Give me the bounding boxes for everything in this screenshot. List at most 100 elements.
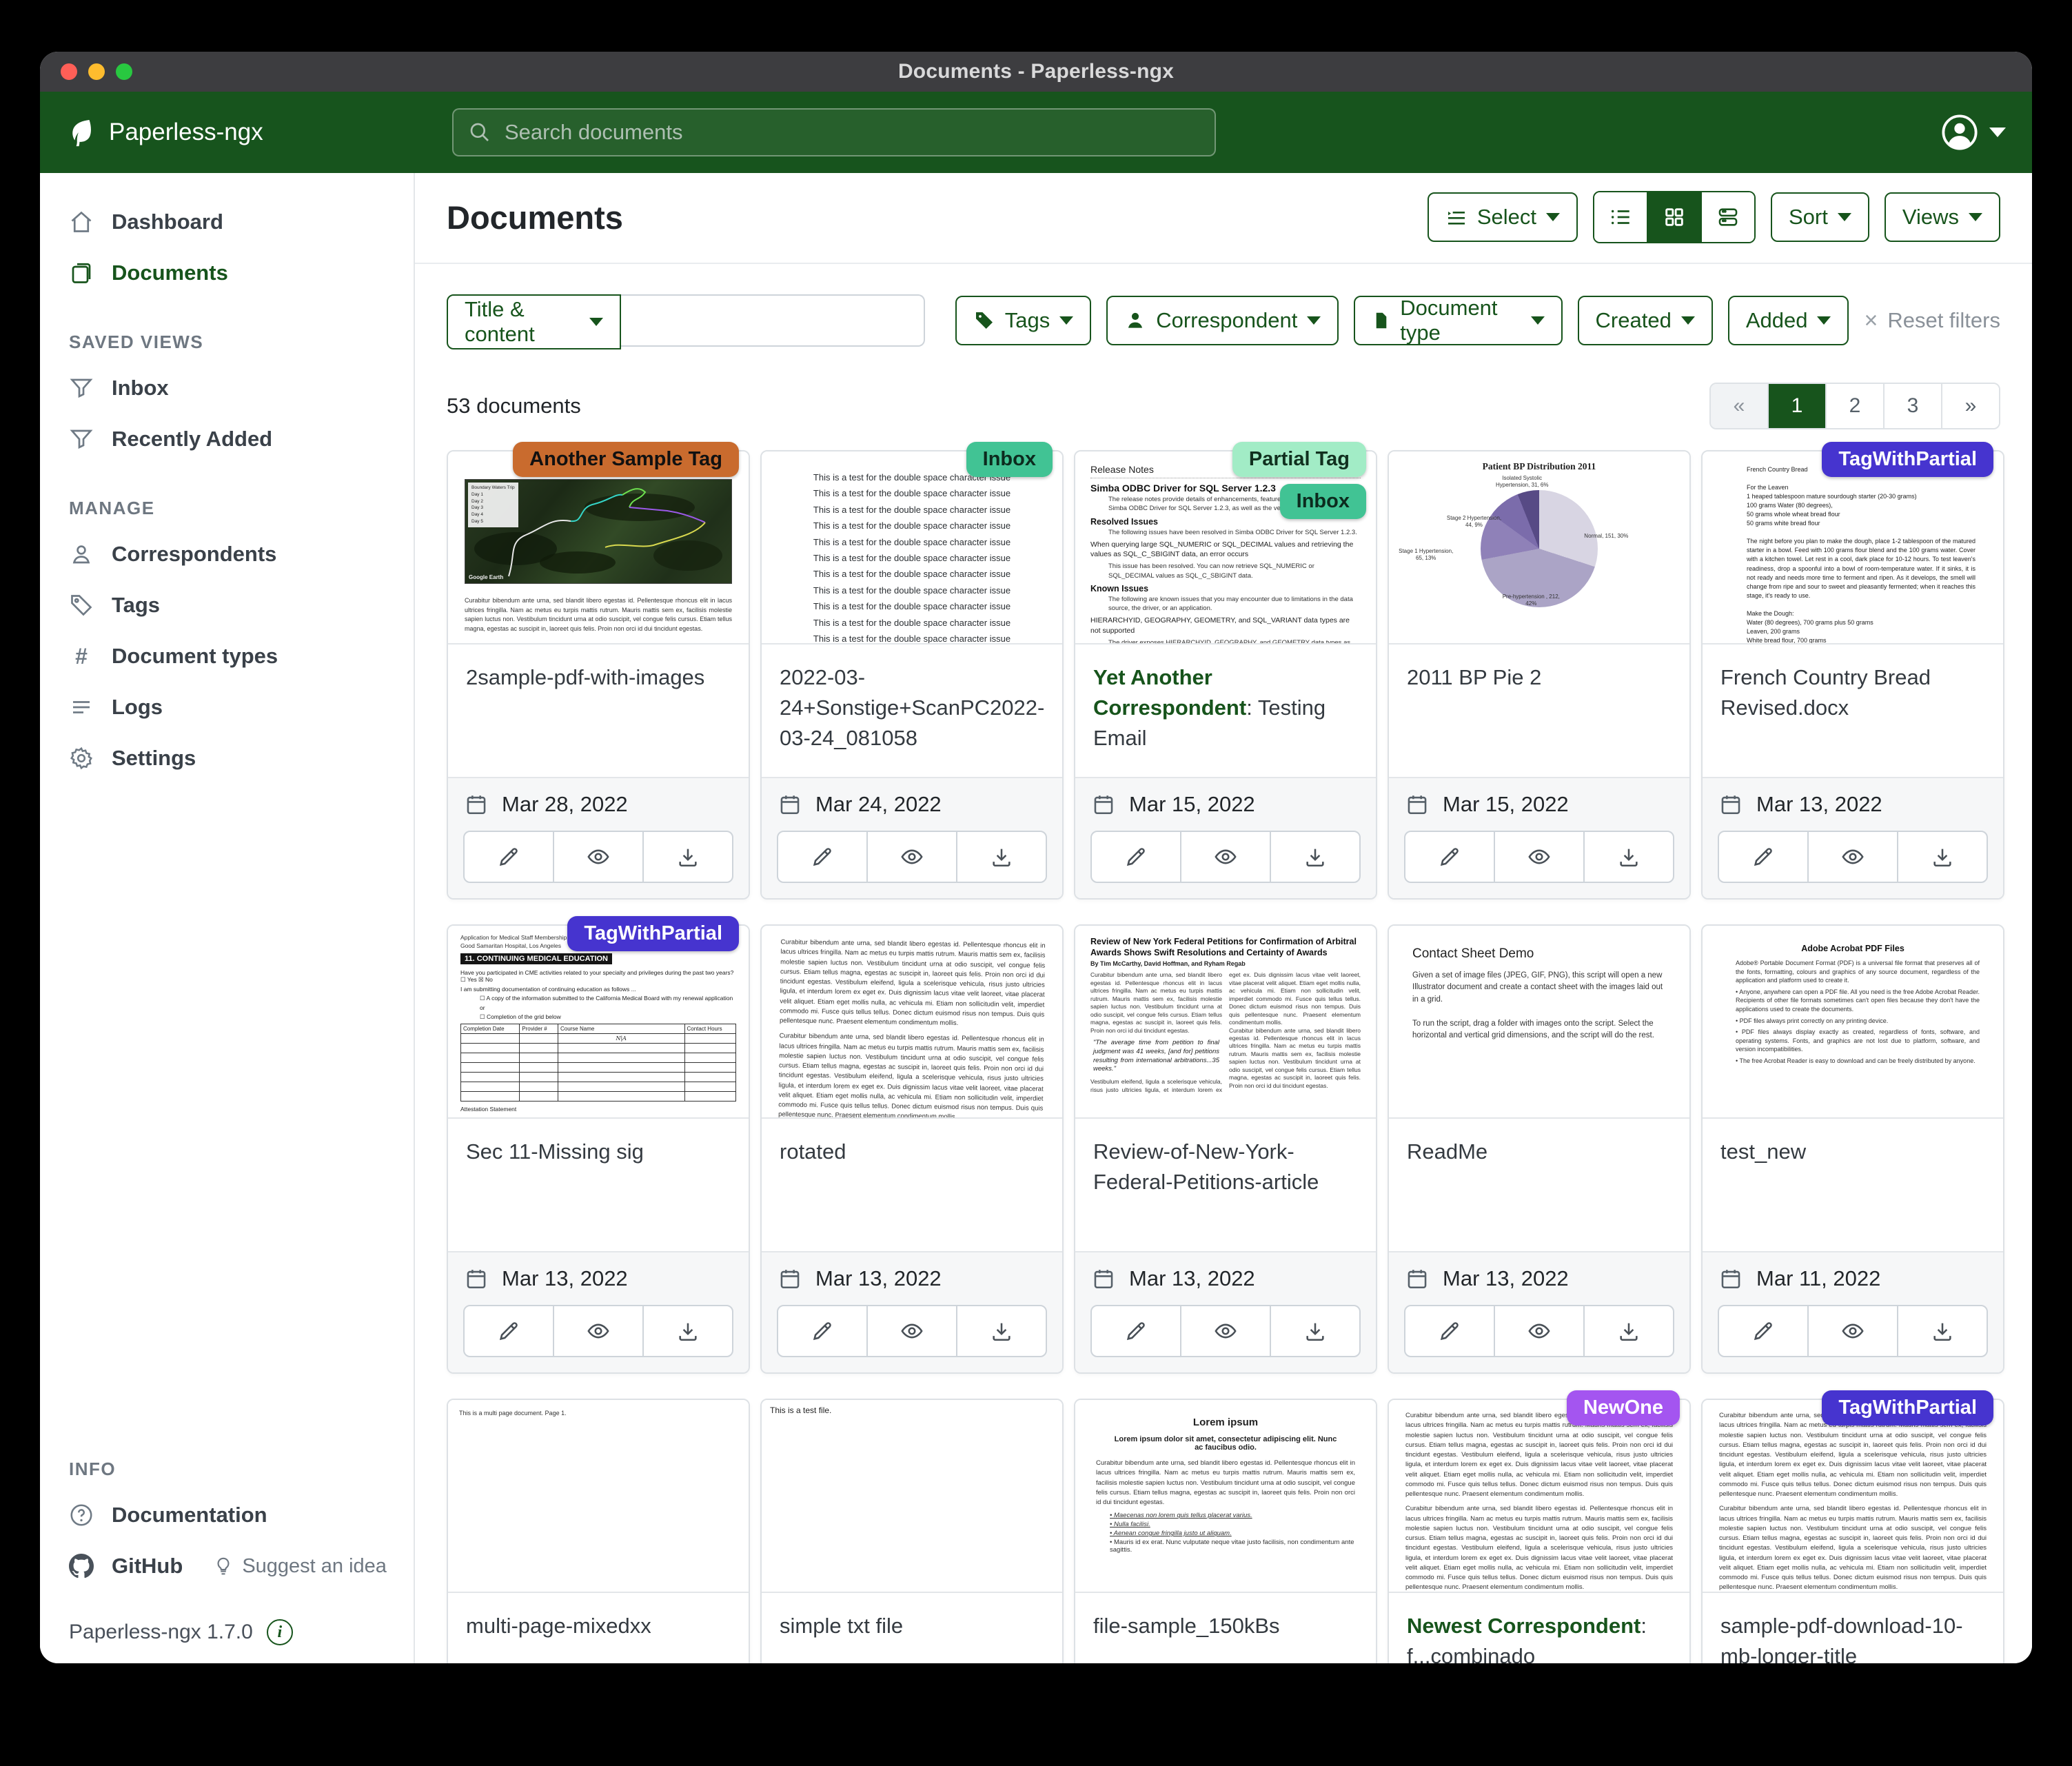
view-mode-grid[interactable] (1647, 192, 1700, 242)
document-thumbnail[interactable]: Boundary Waters TripDay 1Day 2Day 3Day 4… (448, 451, 749, 645)
document-title[interactable]: ReadMe (1389, 1119, 1689, 1251)
reset-filters-button[interactable]: × Reset filters (1864, 307, 2000, 334)
sidebar-item-inbox[interactable]: Inbox (40, 363, 414, 414)
tag-badge[interactable]: TagWithPartial (1822, 442, 1993, 477)
document-title[interactable]: Review-of-New-York-Federal-Petitions-art… (1075, 1119, 1376, 1251)
download-button[interactable] (642, 832, 732, 882)
document-title[interactable]: 2sample-pdf-with-images (448, 645, 749, 777)
document-thumbnail[interactable]: Adobe Acrobat PDF FilesAdobe® Portable D… (1703, 926, 2003, 1119)
document-thumbnail[interactable]: Curabitur bibendum ante urna, sed blandi… (762, 926, 1062, 1119)
document-thumbnail[interactable]: Application for Medical Staff Membership… (448, 926, 749, 1119)
edit-button[interactable] (1092, 832, 1180, 882)
document-card-8[interactable]: Review of New York Federal Petitions for… (1074, 924, 1377, 1374)
correspondent-filter-button[interactable]: Correspondent (1106, 296, 1339, 345)
pagination-page-1[interactable]: 1 (1767, 384, 1825, 428)
document-card-4[interactable]: Patient BP Distribution 2011Isolated Sys… (1388, 450, 1691, 900)
sidebar-item-documents[interactable]: Documents (40, 247, 414, 298)
document-card-6[interactable]: TagWithPartial Application for Medical S… (447, 924, 750, 1374)
edit-button[interactable] (465, 832, 553, 882)
document-thumbnail[interactable]: This is a multi page document. Page 1. (448, 1400, 749, 1593)
document-thumbnail[interactable]: Curabitur bibendum ante urna, sed blandi… (1703, 1400, 2003, 1593)
edit-button[interactable] (465, 1306, 553, 1356)
download-button[interactable] (642, 1306, 732, 1356)
download-button[interactable] (1583, 1306, 1673, 1356)
document-correspondent[interactable]: Yet Another Correspondent (1093, 665, 1246, 720)
document-title[interactable]: French Country Bread Revised.docx (1703, 645, 2003, 777)
document-title[interactable]: simple txt file (762, 1593, 1062, 1663)
download-button[interactable] (1897, 832, 1987, 882)
view-button[interactable] (1494, 832, 1583, 882)
document-card-3[interactable]: Partial TagInbox Release NotesSimba ODBC… (1074, 450, 1377, 900)
created-filter-button[interactable]: Created (1578, 296, 1713, 345)
document-title[interactable]: multi-page-mixedxx (448, 1593, 749, 1663)
document-card-7[interactable]: Curabitur bibendum ante urna, sed blandi… (760, 924, 1064, 1374)
document-thumbnail[interactable]: This is a test for the double space char… (762, 451, 1062, 645)
document-title[interactable]: Newest Correspondent: f...combinado (1389, 1593, 1689, 1663)
document-type-filter-button[interactable]: Document type (1354, 296, 1562, 345)
tag-badge[interactable]: Partial Tag (1232, 442, 1366, 477)
edit-button[interactable] (778, 1306, 866, 1356)
title-content-input[interactable] (621, 294, 925, 347)
document-title[interactable]: file-sample_150kBs (1075, 1593, 1376, 1663)
view-button[interactable] (866, 832, 956, 882)
sidebar-item-suggest-idea[interactable]: Suggest an idea (213, 1555, 387, 1578)
download-button[interactable] (1270, 832, 1359, 882)
document-card-11[interactable]: This is a multi page document. Page 1. m… (447, 1399, 750, 1663)
edit-button[interactable] (1719, 832, 1807, 882)
edit-button[interactable] (1719, 1306, 1807, 1356)
tag-badge[interactable]: Inbox (966, 442, 1053, 477)
edit-button[interactable] (1092, 1306, 1180, 1356)
view-button[interactable] (1807, 1306, 1897, 1356)
document-card-9[interactable]: Contact Sheet DemoGiven a set of image f… (1388, 924, 1691, 1374)
sort-button[interactable]: Sort (1771, 192, 1869, 242)
download-button[interactable] (1583, 832, 1673, 882)
sidebar-item-dashboard[interactable]: Dashboard (40, 196, 414, 247)
pagination-next[interactable]: » (1941, 384, 1999, 428)
view-button[interactable] (1807, 832, 1897, 882)
select-button[interactable]: Select (1428, 192, 1578, 242)
view-mode-cards[interactable] (1700, 192, 1754, 242)
view-button[interactable] (1494, 1306, 1583, 1356)
sidebar-item-github[interactable]: GitHub (40, 1541, 183, 1592)
document-correspondent[interactable]: Newest Correspondent (1407, 1614, 1641, 1638)
document-thumbnail[interactable]: Curabitur bibendum ante urna, sed blandi… (1389, 1400, 1689, 1593)
view-button[interactable] (1180, 1306, 1270, 1356)
view-mode-list[interactable] (1594, 192, 1647, 242)
view-button[interactable] (553, 832, 642, 882)
document-card-10[interactable]: Adobe Acrobat PDF FilesAdobe® Portable D… (1701, 924, 2004, 1374)
user-menu[interactable] (1941, 114, 2006, 151)
pagination-page-3[interactable]: 3 (1883, 384, 1941, 428)
pagination-page-2[interactable]: 2 (1825, 384, 1883, 428)
download-button[interactable] (956, 832, 1046, 882)
sidebar-item-tags[interactable]: Tags (40, 580, 414, 631)
pagination-prev[interactable]: « (1711, 384, 1767, 428)
document-title[interactable]: test_new (1703, 1119, 2003, 1251)
document-card-13[interactable]: Lorem ipsumLorem ipsum dolor sit amet, c… (1074, 1399, 1377, 1663)
tag-badge[interactable]: Inbox (1280, 484, 1366, 519)
download-button[interactable] (956, 1306, 1046, 1356)
document-title[interactable]: 2011 BP Pie 2 (1389, 645, 1689, 777)
sidebar-item-document-types[interactable]: # Document types (40, 631, 414, 682)
document-thumbnail[interactable]: Contact Sheet DemoGiven a set of image f… (1389, 926, 1689, 1119)
document-thumbnail[interactable]: Patient BP Distribution 2011Isolated Sys… (1389, 451, 1689, 645)
view-button[interactable] (553, 1306, 642, 1356)
brand[interactable]: Paperless-ngx (66, 117, 425, 148)
sidebar-item-recently-added[interactable]: Recently Added (40, 414, 414, 465)
tags-filter-button[interactable]: Tags (955, 296, 1091, 345)
document-title[interactable]: sample-pdf-download-10-mb-longer-title (1703, 1593, 2003, 1663)
sidebar-item-settings[interactable]: Settings (40, 733, 414, 784)
views-button[interactable]: Views (1885, 192, 2000, 242)
sidebar-item-correspondents[interactable]: Correspondents (40, 529, 414, 580)
document-thumbnail[interactable]: Review of New York Federal Petitions for… (1075, 926, 1376, 1119)
document-card-5[interactable]: TagWithPartial French Country Bread For … (1701, 450, 2004, 900)
tag-badge[interactable]: TagWithPartial (1822, 1390, 1993, 1425)
info-icon[interactable]: i (267, 1619, 293, 1645)
sidebar-item-logs[interactable]: Logs (40, 682, 414, 733)
document-card-14[interactable]: NewOne Curabitur bibendum ante urna, sed… (1388, 1399, 1691, 1663)
view-button[interactable] (866, 1306, 956, 1356)
document-card-12[interactable]: This is a test file. simple txt file (760, 1399, 1064, 1663)
document-title[interactable]: 2022-03-24+Sonstige+ScanPC2022-03-24_081… (762, 645, 1062, 777)
download-button[interactable] (1897, 1306, 1987, 1356)
document-title[interactable]: Yet Another Correspondent: Testing Email (1075, 645, 1376, 777)
search-input[interactable] (503, 119, 1199, 145)
